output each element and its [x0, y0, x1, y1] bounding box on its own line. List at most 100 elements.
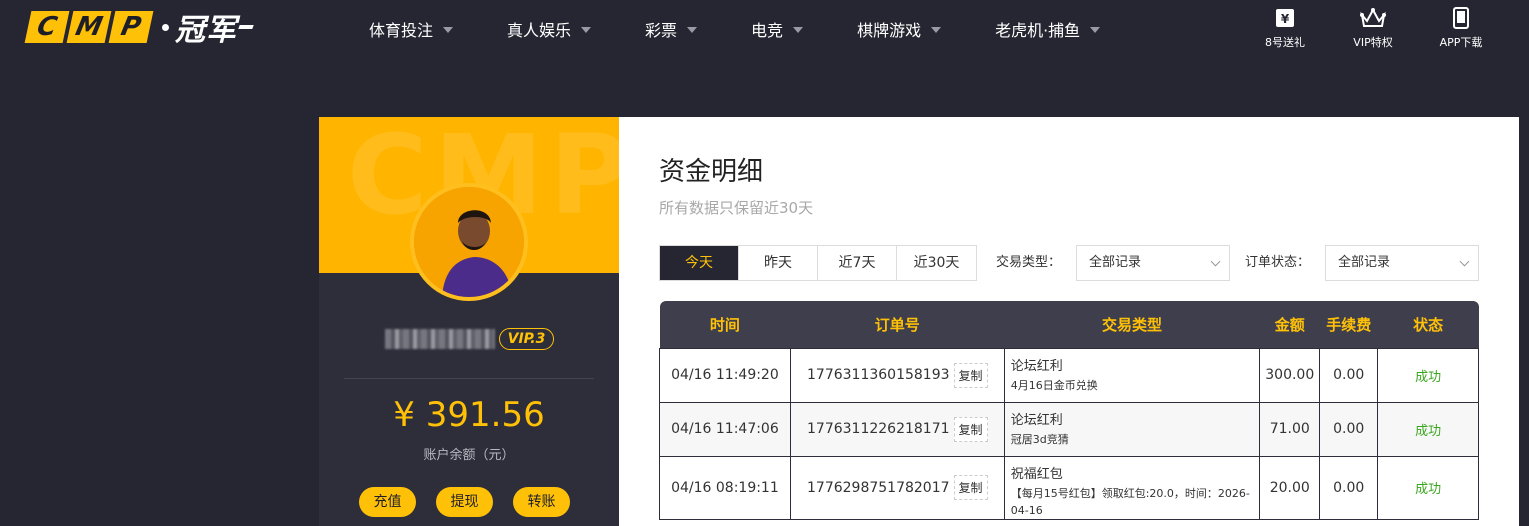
- nav-label: 棋牌游戏: [857, 21, 922, 40]
- nav-label: 真人娱乐: [507, 21, 572, 40]
- withdraw-button[interactable]: 提现: [436, 487, 493, 517]
- type-detail: 冠居3d竞猜: [1010, 432, 1069, 446]
- chevron-down-icon: [687, 27, 698, 33]
- table-row: 04/16 08:19:11 1776298751782017 复制 祝福红包【每…: [659, 455, 1479, 520]
- nav-slots-fishing[interactable]: 老虎机·捕鱼: [995, 0, 1101, 58]
- app-download-button[interactable]: APP下载: [1429, 6, 1493, 50]
- balance-label: 账户余额（元）: [423, 448, 515, 463]
- page-subtitle: 所有数据只保留近30天: [659, 199, 814, 217]
- table-row: 04/16 11:47:06 1776311226218171 复制 论坛红利冠居…: [659, 401, 1479, 457]
- type-main: 祝福红包: [1010, 466, 1063, 482]
- col-fee[interactable]: 手续费: [1320, 301, 1378, 348]
- type-detail: 4月16日金币兑换: [1010, 378, 1098, 392]
- cell-status: 成功: [1377, 347, 1479, 403]
- cmp-logo[interactable]: C M P 冠军: [24, 10, 254, 48]
- cell-amount: 20.00: [1259, 455, 1321, 520]
- order-status-select[interactable]: 全部记录: [1325, 245, 1479, 281]
- status-badge: 成功: [1415, 369, 1442, 385]
- cell-fee: 0.00: [1319, 347, 1379, 403]
- type-main: 论坛红利: [1010, 412, 1063, 428]
- nav-live-casino[interactable]: 真人娱乐: [507, 0, 592, 58]
- nav-card-games[interactable]: 棋牌游戏: [857, 0, 942, 58]
- copy-button[interactable]: 复制: [953, 416, 988, 442]
- chevron-down-icon: [1210, 256, 1221, 267]
- col-time[interactable]: 时间: [660, 301, 791, 348]
- order-number: 1776311226218171: [807, 421, 950, 437]
- logo-letter-c: C: [24, 11, 70, 43]
- avatar[interactable]: [410, 183, 528, 301]
- cell-fee: 0.00: [1319, 401, 1379, 457]
- transfer-button[interactable]: 转账: [513, 487, 570, 517]
- tab-7-days[interactable]: 近7天: [818, 246, 897, 280]
- vip-privilege-button[interactable]: VIP特权: [1341, 6, 1405, 50]
- chevron-down-icon: [443, 27, 454, 33]
- transaction-type-select[interactable]: 全部记录: [1076, 245, 1230, 281]
- nav-label: 老虎机·捕鱼: [995, 21, 1081, 40]
- balance-amount: ¥ 391.56: [393, 395, 545, 435]
- gift-8th-button[interactable]: ¥ 8号送礼: [1253, 6, 1317, 50]
- fund-details-panel: 资金明细 所有数据只保留近30天 今天 昨天 近7天 近30天 交易类型： 全部…: [619, 117, 1519, 526]
- tool-label: VIP特权: [1353, 36, 1393, 49]
- username-blurred: [385, 329, 495, 349]
- crown-icon: [1341, 6, 1405, 30]
- vip-badge: VIP.3: [499, 328, 554, 350]
- select-value: 全部记录: [1338, 255, 1391, 270]
- date-range-tabs: 今天 昨天 近7天 近30天: [659, 245, 977, 281]
- profile-panel: CMP VIP.3 ¥ 391.56 账户余额（元） 充值 提现 转账: [319, 117, 619, 526]
- table-row: 04/16 11:49:20 1776311360158193 复制 论坛红利 4月…: [659, 347, 1479, 403]
- cell-type: 论坛红利 4月16日金币兑换: [1003, 347, 1261, 403]
- tablet-icon: [1429, 6, 1493, 30]
- tab-today[interactable]: 今天: [660, 246, 739, 280]
- col-transaction-type[interactable]: 交易类型: [1004, 301, 1260, 348]
- deposit-button[interactable]: 充值: [359, 487, 416, 517]
- tab-30-days[interactable]: 近30天: [897, 246, 976, 280]
- col-amount[interactable]: 金额: [1260, 301, 1320, 348]
- divider: [344, 378, 594, 379]
- copy-button[interactable]: 复制: [953, 475, 988, 500]
- copy-button[interactable]: 复制: [953, 362, 988, 388]
- cell-amount: 300.00: [1259, 347, 1321, 403]
- transactions-table: 时间 订单号 交易类型 金额 手续费 状态 04/16 11:49:20 177…: [659, 301, 1479, 520]
- order-number: 1776311360158193: [807, 367, 950, 383]
- top-header: C M P 冠军 体育投注 真人娱乐 彩票 电竞 棋牌游戏 老虎机·捕鱼 ¥ 8…: [0, 0, 1529, 58]
- order-status-label: 订单状态：: [1245, 255, 1311, 270]
- col-order-no[interactable]: 订单号: [790, 301, 1004, 348]
- nav-label: 电竞: [751, 21, 784, 40]
- tab-yesterday[interactable]: 昨天: [739, 246, 818, 280]
- ticket-icon: ¥: [1253, 6, 1317, 30]
- page-title: 资金明细: [659, 157, 764, 187]
- nav-lottery[interactable]: 彩票: [645, 0, 698, 58]
- nav-label: 体育投注: [369, 21, 434, 40]
- order-number: 1776298751782017: [807, 479, 950, 496]
- col-status[interactable]: 状态: [1378, 301, 1479, 348]
- cell-order: 1776311360158193 复制: [789, 347, 1005, 403]
- main-nav: 体育投注 真人娱乐 彩票 电竞 棋牌游戏 老虎机·捕鱼: [350, 0, 1154, 58]
- cell-type: 论坛红利冠居3d竞猜: [1003, 401, 1261, 457]
- type-main: 论坛红利: [1010, 358, 1063, 374]
- logo-letter-m: M: [66, 11, 112, 43]
- type-detail: 【每月15号红包】领取红包:20.0，时间：2026-04-16: [1010, 486, 1250, 517]
- nav-sports[interactable]: 体育投注: [369, 0, 454, 58]
- cell-fee: 0.00: [1319, 455, 1379, 520]
- tool-label: APP下载: [1439, 36, 1483, 49]
- select-value: 全部记录: [1089, 255, 1142, 270]
- logo-dash: [238, 25, 254, 29]
- cell-amount: 71.00: [1259, 401, 1321, 457]
- logo-chinese-text: 冠军: [175, 13, 237, 48]
- cell-order: 1776311226218171 复制: [789, 401, 1005, 457]
- nav-esports[interactable]: 电竞: [751, 0, 804, 58]
- header-tools: ¥ 8号送礼 VIP特权 APP下载: [1229, 6, 1493, 50]
- status-badge: 成功: [1415, 423, 1442, 439]
- cell-time: 04/16 08:19:11: [659, 455, 791, 520]
- wallet-actions: 充值 提现 转账: [359, 487, 590, 517]
- cell-order: 1776298751782017 复制: [789, 455, 1005, 520]
- status-badge: 成功: [1415, 482, 1442, 497]
- tool-label: 8号送礼: [1265, 36, 1305, 49]
- logo-letter-p: P: [108, 11, 154, 43]
- chevron-down-icon: [931, 27, 942, 33]
- cell-time: 04/16 11:47:06: [659, 401, 791, 457]
- svg-text:¥: ¥: [1281, 12, 1290, 26]
- cell-time: 04/16 11:49:20: [659, 347, 791, 403]
- nav-label: 彩票: [645, 21, 678, 40]
- chevron-down-icon: [1459, 256, 1470, 267]
